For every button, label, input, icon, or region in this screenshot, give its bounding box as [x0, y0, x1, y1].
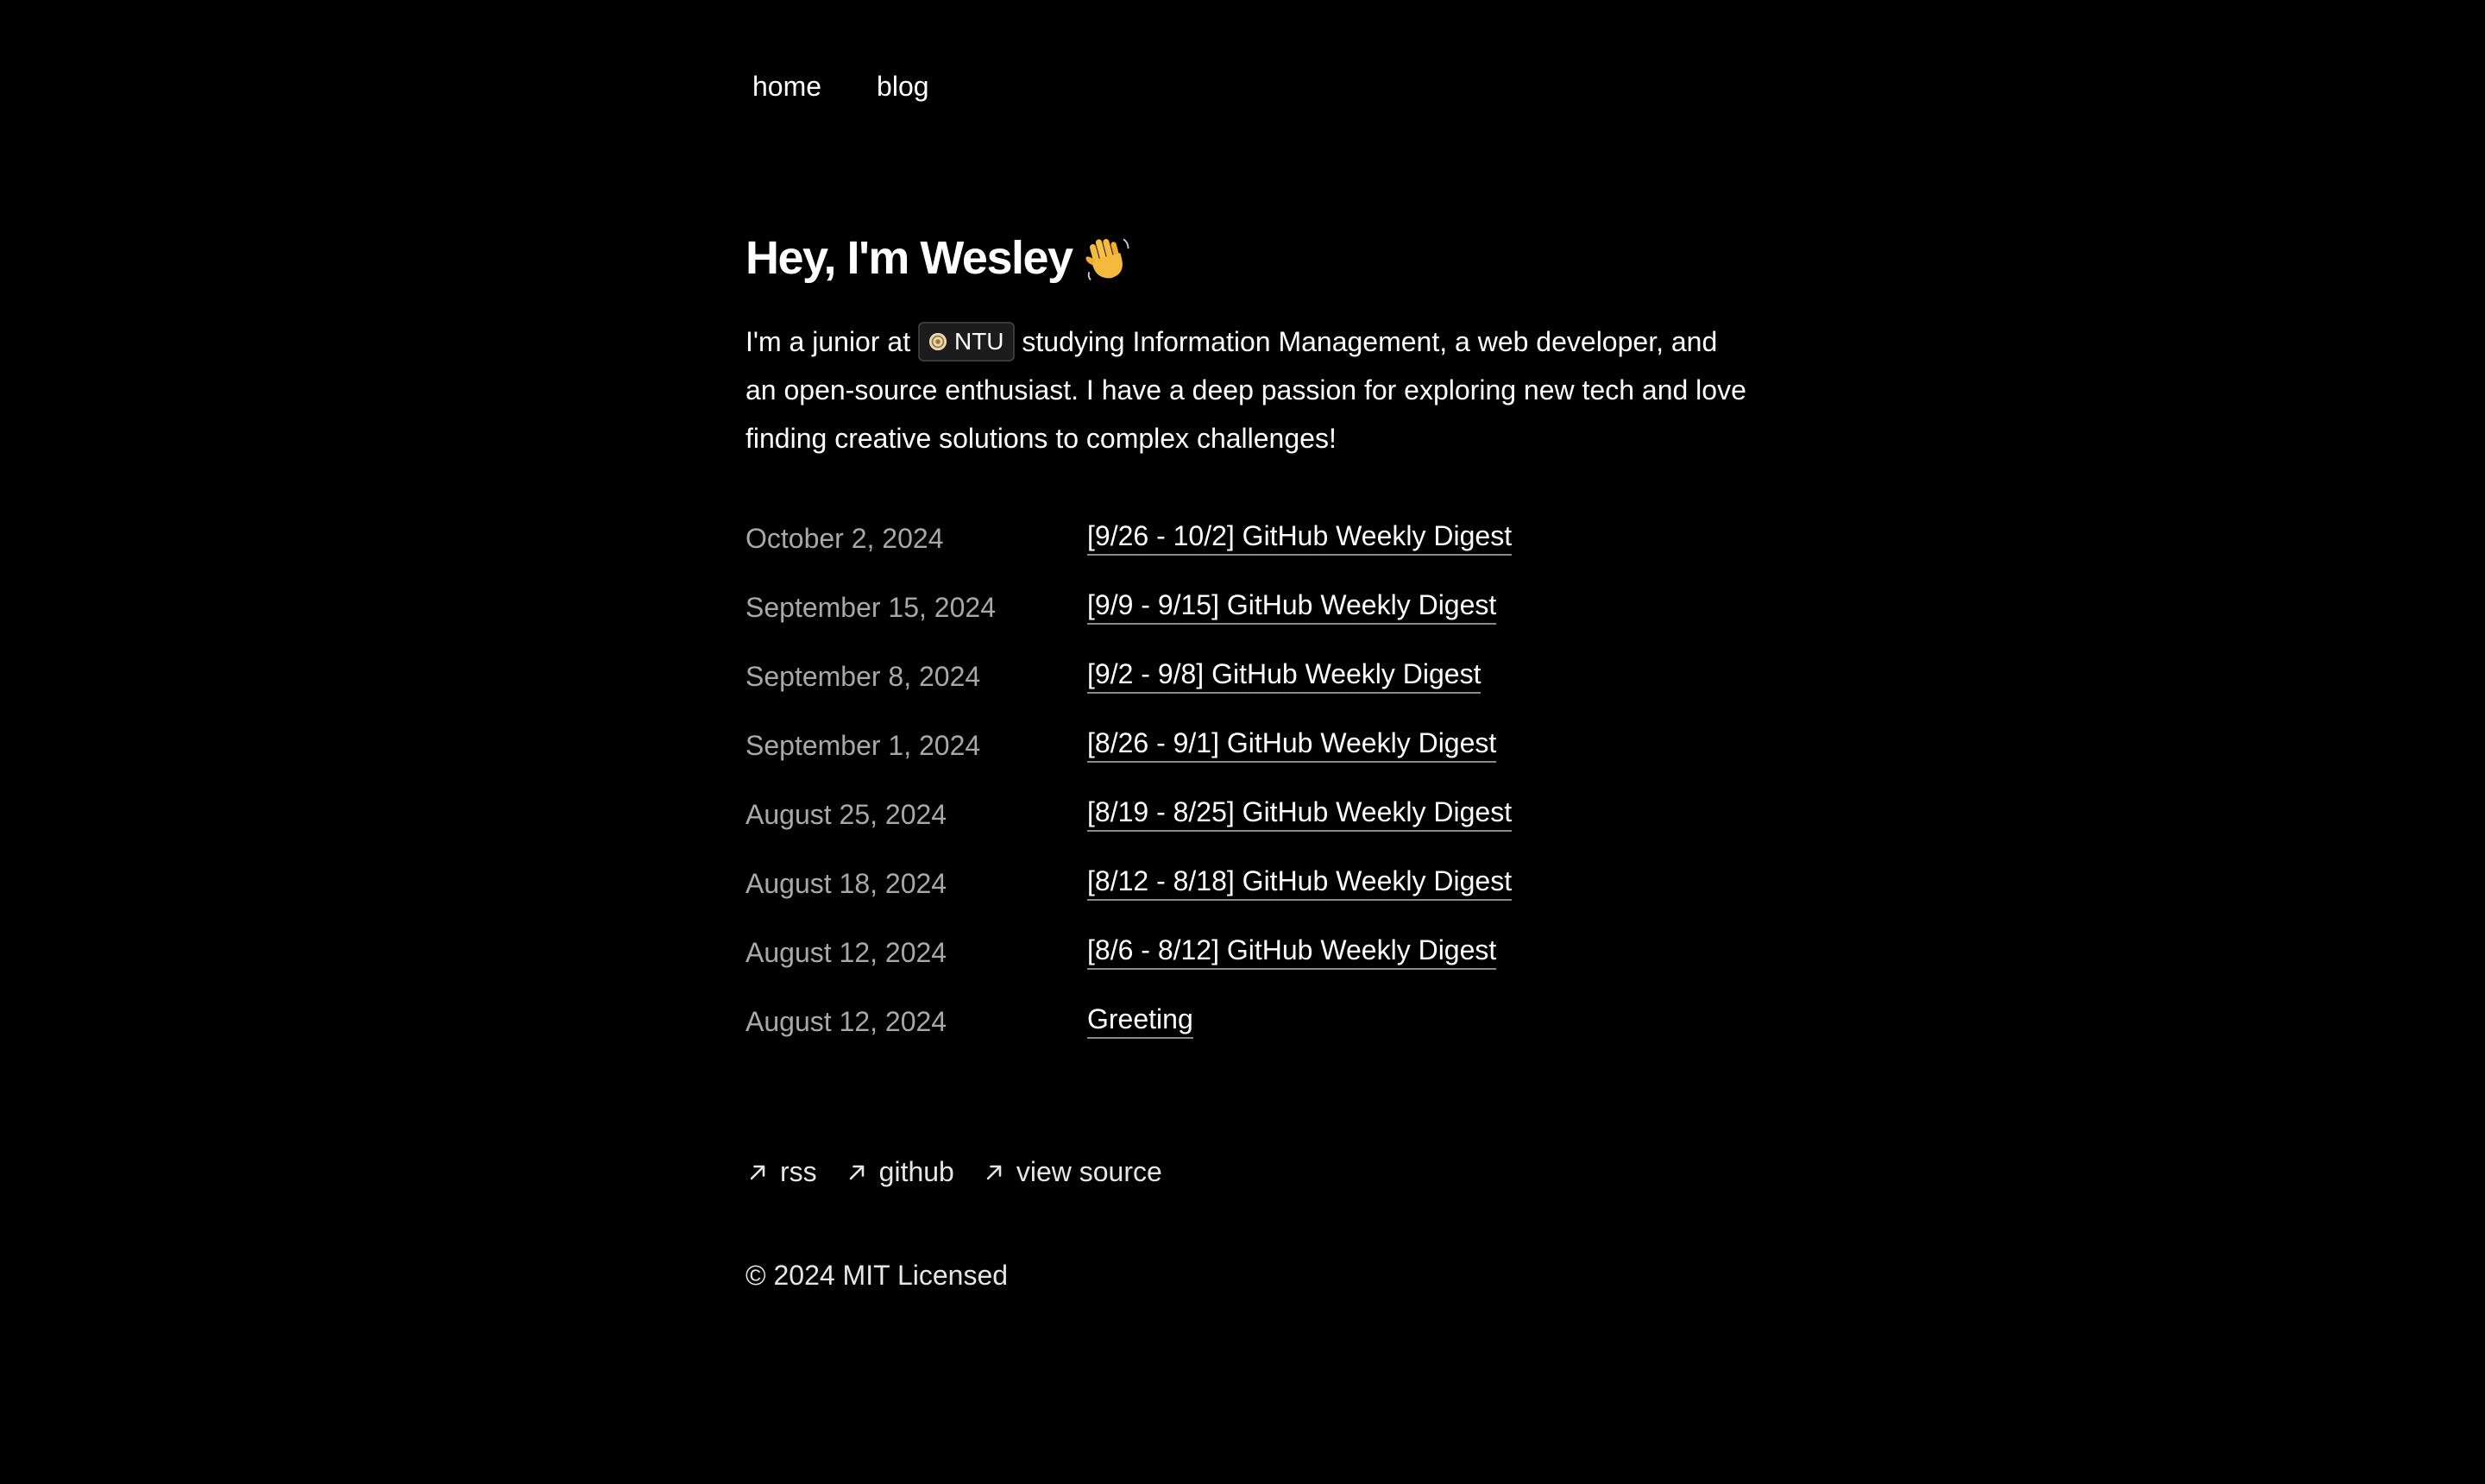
post-date: August 12, 2024 [746, 937, 947, 968]
view-source-link-label: view source [1016, 1156, 1162, 1187]
view-source-link[interactable]: view source [982, 1156, 1162, 1188]
copyright-text: © 2024 MIT Licensed [746, 1260, 1009, 1291]
arrow-up-right-icon [849, 1165, 864, 1179]
post-title-link[interactable]: [9/2 - 9/8] GitHub Weekly Digest [1087, 656, 1482, 694]
post-title-link[interactable]: [8/26 - 9/1] GitHub Weekly Digest [1087, 725, 1497, 763]
rss-link[interactable]: rss [746, 1156, 817, 1188]
github-link[interactable]: github [845, 1156, 954, 1188]
post-title-link[interactable]: [8/19 - 8/25] GitHub Weekly Digest [1087, 794, 1513, 832]
github-link-label: github [878, 1156, 954, 1187]
post-date: September 8, 2024 [746, 661, 981, 692]
top-nav: home blog [746, 71, 936, 103]
post-row: August 25, 2024 [8/19 - 8/25] GitHub Wee… [746, 794, 1746, 863]
post-date: October 2, 2024 [746, 523, 944, 554]
arrow-up-right-icon [986, 1165, 1002, 1179]
waving-hand-icon [1085, 238, 1129, 281]
intro-paragraph: I'm a junior at NTU studying Information… [746, 318, 1746, 462]
post-row: October 2, 2024 [9/26 - 10/2] GitHub Wee… [746, 518, 1746, 587]
ntu-badge-label: NTU [953, 327, 1004, 355]
post-date: September 15, 2024 [746, 592, 996, 623]
post-row: August 18, 2024 [8/12 - 8/18] GitHub Wee… [746, 863, 1746, 932]
post-row: September 8, 2024 [9/2 - 9/8] GitHub Wee… [746, 656, 1746, 725]
post-row: September 15, 2024 [9/9 - 9/15] GitHub W… [746, 587, 1746, 656]
post-date: September 1, 2024 [746, 730, 981, 761]
post-title-link[interactable]: [9/9 - 9/15] GitHub Weekly Digest [1087, 587, 1497, 625]
rss-link-label: rss [780, 1156, 817, 1187]
post-date: August 25, 2024 [746, 799, 947, 830]
footer-links: rss github view source [746, 1156, 1162, 1188]
nav-home-link[interactable]: home [746, 71, 828, 103]
post-title-link[interactable]: [9/26 - 10/2] GitHub Weekly Digest [1087, 518, 1513, 556]
post-row: September 1, 2024 [8/26 - 9/1] GitHub We… [746, 725, 1746, 794]
post-list: October 2, 2024 [9/26 - 10/2] GitHub Wee… [746, 518, 1746, 1070]
page-title: Hey, I'm Wesley [746, 231, 1133, 285]
arrow-up-right-icon [750, 1165, 765, 1179]
intro-text-start: I'm a junior at [746, 326, 918, 357]
page-title-text: Hey, I'm Wesley [746, 232, 1073, 284]
post-title-link[interactable]: [8/6 - 8/12] GitHub Weekly Digest [1087, 932, 1497, 970]
post-row: August 12, 2024 [8/6 - 8/12] GitHub Week… [746, 932, 1746, 1001]
nav-blog-link[interactable]: blog [870, 71, 936, 103]
post-title-link[interactable]: Greeting [1087, 1001, 1193, 1039]
ntu-badge[interactable]: NTU [917, 321, 1015, 362]
post-title-link[interactable]: [8/12 - 8/18] GitHub Weekly Digest [1087, 863, 1513, 901]
post-date: August 18, 2024 [746, 868, 947, 899]
post-row: August 12, 2024 Greeting [746, 1001, 1746, 1070]
ntu-logo-icon [928, 332, 947, 350]
post-date: August 12, 2024 [746, 1006, 947, 1037]
